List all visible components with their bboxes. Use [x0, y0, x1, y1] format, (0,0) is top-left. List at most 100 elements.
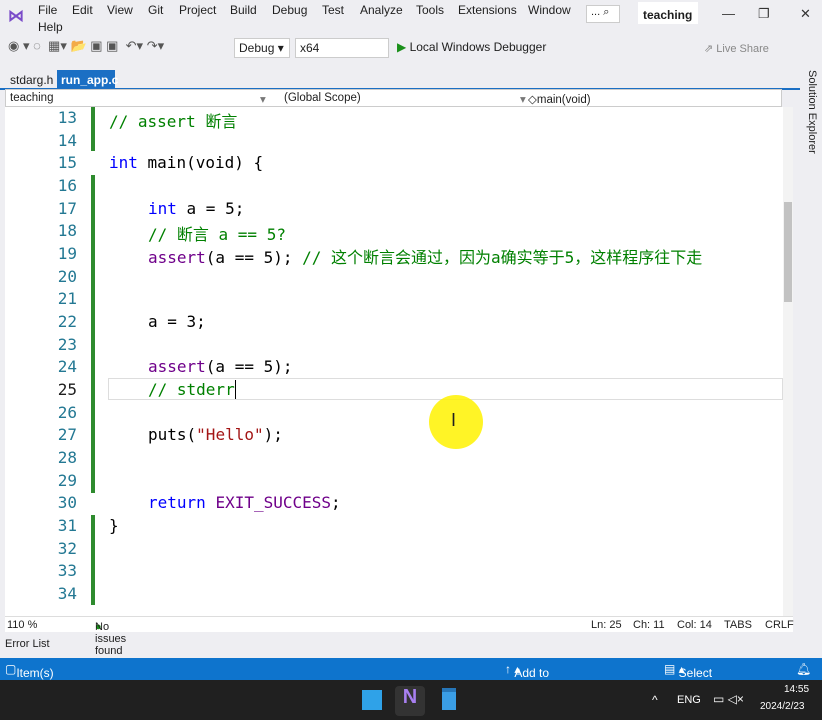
saved-status: ▢ Item(s) Saved [5, 662, 54, 694]
notepad-taskbar-icon[interactable] [442, 688, 456, 710]
code-token: (a == 5); [205, 357, 293, 377]
visual-studio-logo-icon: ⋈ [8, 8, 24, 25]
vs-status-bar: ▢ Item(s) Saved ↑ Add to Source Control … [0, 658, 822, 708]
vertical-scrollbar[interactable] [783, 107, 793, 616]
code-token: "Hello" [196, 425, 264, 445]
menu-analyze[interactable]: Analyze [360, 3, 403, 17]
menu-debug[interactable]: Debug [272, 3, 307, 17]
line-number: 13 [57, 108, 77, 127]
platform-select[interactable]: x64 [295, 38, 389, 58]
live-share-button[interactable]: ⇗ Live Share [704, 42, 769, 62]
line-number: 24 [57, 357, 77, 377]
line-number: 15 [57, 153, 77, 173]
code-line: return EXIT_SUCCESS; [148, 493, 341, 512]
visual-studio-taskbar-icon[interactable]: N [395, 686, 425, 716]
code-token: return [148, 493, 206, 513]
tray-chevron-icon[interactable]: ^ [652, 693, 658, 707]
change-bar [91, 175, 95, 493]
line-number: 19 [57, 244, 77, 264]
notifications-icon[interactable]: 🔔︎ [796, 662, 811, 676]
code-line: // assert 断言 [109, 112, 238, 131]
menu-git[interactable]: Git [148, 3, 163, 17]
line-ending[interactable]: CRLF [765, 619, 794, 631]
add-source-control-button[interactable]: ↑ Add to Source Control ▴ [505, 662, 553, 708]
search-box[interactable]: ... ⌕ [586, 5, 620, 23]
code-editor[interactable]: 13 // assert 断言 14 15 int main(void) { 16 17 in… [5, 107, 793, 616]
line-number: 23 [57, 334, 77, 354]
solution-explorer-tab[interactable]: Solution Explorer [802, 70, 818, 160]
code-line: } [109, 516, 119, 536]
line-number: 27 [57, 425, 77, 445]
code-token: assert [148, 357, 206, 377]
editor-status-bar: 110 % ● No issues found Ln: 25 Ch: 11 Co… [5, 616, 794, 657]
navigation-bar: teaching ▾ (Global Scope) ▾ ◇ main(void) [5, 89, 782, 107]
code-line: // stderr [148, 380, 236, 400]
menu-file[interactable]: File [38, 3, 57, 17]
start-button-icon[interactable] [362, 690, 382, 710]
line-number: 18 [57, 221, 77, 241]
code-token: ); [263, 425, 283, 445]
line-number: 34 [57, 584, 77, 604]
clock-time: 14:55 [784, 684, 810, 695]
close-window-button[interactable]: ✕ [800, 6, 811, 22]
indent-mode[interactable]: TABS [724, 619, 752, 631]
line-number: 25 [57, 380, 77, 400]
document-tabs: stdarg.h run_app.c ✕ [0, 70, 800, 101]
menu-help[interactable]: Help [38, 20, 63, 34]
network-volume-icons[interactable]: ▭ ◁× [713, 692, 744, 706]
code-token: main(void) { [137, 153, 264, 173]
menu-window[interactable]: Window [528, 3, 571, 17]
code-line: // 断言 a == 5? [148, 225, 286, 245]
config-select[interactable]: Debug ▾ [234, 38, 290, 58]
change-bar [91, 515, 95, 605]
menu-edit[interactable]: Edit [72, 3, 93, 17]
run-debugger-button[interactable]: ▶ Local Windows Debugger [397, 40, 546, 60]
clock-date: 2024/2/23 [760, 701, 805, 712]
code-token: puts( [148, 425, 197, 445]
project-dropdown[interactable]: teaching [10, 92, 53, 104]
solution-title: teaching [638, 2, 698, 24]
line-number: 14 [57, 130, 77, 150]
select-repository-button[interactable]: ▤ Select Repository ▴ [664, 662, 736, 694]
line-number: 21 [57, 289, 77, 309]
menu-build[interactable]: Build [230, 3, 257, 17]
line-number: 33 [57, 561, 77, 581]
line-number: 32 [57, 538, 77, 558]
code-token: a = 5; [176, 198, 245, 218]
toolbar-icons[interactable]: ◉ ▾ ◌ ▦▾ 📂 ▣ ▣ ↶▾ ↷▾ [8, 38, 164, 58]
code-line: int main(void) { [109, 153, 263, 172]
line-number: 30 [57, 493, 77, 513]
menu-extensions[interactable]: Extensions [458, 3, 517, 17]
code-token: (a == 5); [205, 248, 303, 268]
code-token: EXIT_SUCCESS [215, 493, 332, 513]
language-indicator[interactable]: ENG [677, 694, 701, 706]
restore-button[interactable]: ❐ [758, 6, 770, 22]
line-number: 17 [57, 198, 77, 218]
code-line: puts("Hello"); [148, 425, 283, 444]
zoom-level[interactable]: 110 % [7, 619, 37, 631]
char-number: Ch: 11 [633, 619, 665, 631]
line-number: 16 [57, 176, 77, 195]
minimize-button[interactable]: — [722, 6, 735, 21]
text-caret [234, 380, 236, 400]
line-number: 22 [57, 312, 77, 332]
code-line: int a = 5; [148, 199, 244, 218]
menu-project[interactable]: Project [179, 3, 216, 17]
member-dropdown[interactable]: ◇ main(void) [528, 92, 591, 106]
line-number: 20 [57, 266, 77, 286]
menu-tools[interactable]: Tools [416, 3, 444, 17]
line-number: 31 [57, 516, 77, 536]
line-number: Ln: 25 [591, 619, 622, 631]
code-line: a = 3; [148, 312, 206, 332]
taskbar: N ^ ENG ▭ ◁× 14:55 2024/2/23 [0, 680, 822, 720]
tab-run-app[interactable]: run_app.c ✕ [57, 70, 118, 101]
tab-stdarg[interactable]: stdarg.h [4, 70, 59, 90]
menu-view[interactable]: View [107, 3, 133, 17]
menu-test[interactable]: Test [322, 3, 344, 17]
code-token: int [148, 198, 177, 218]
scope-dropdown[interactable]: (Global Scope) [284, 92, 361, 104]
play-icon: ▶ [397, 40, 407, 54]
error-list-tab[interactable]: Error List [5, 638, 50, 650]
line-number: 29 [57, 470, 77, 490]
